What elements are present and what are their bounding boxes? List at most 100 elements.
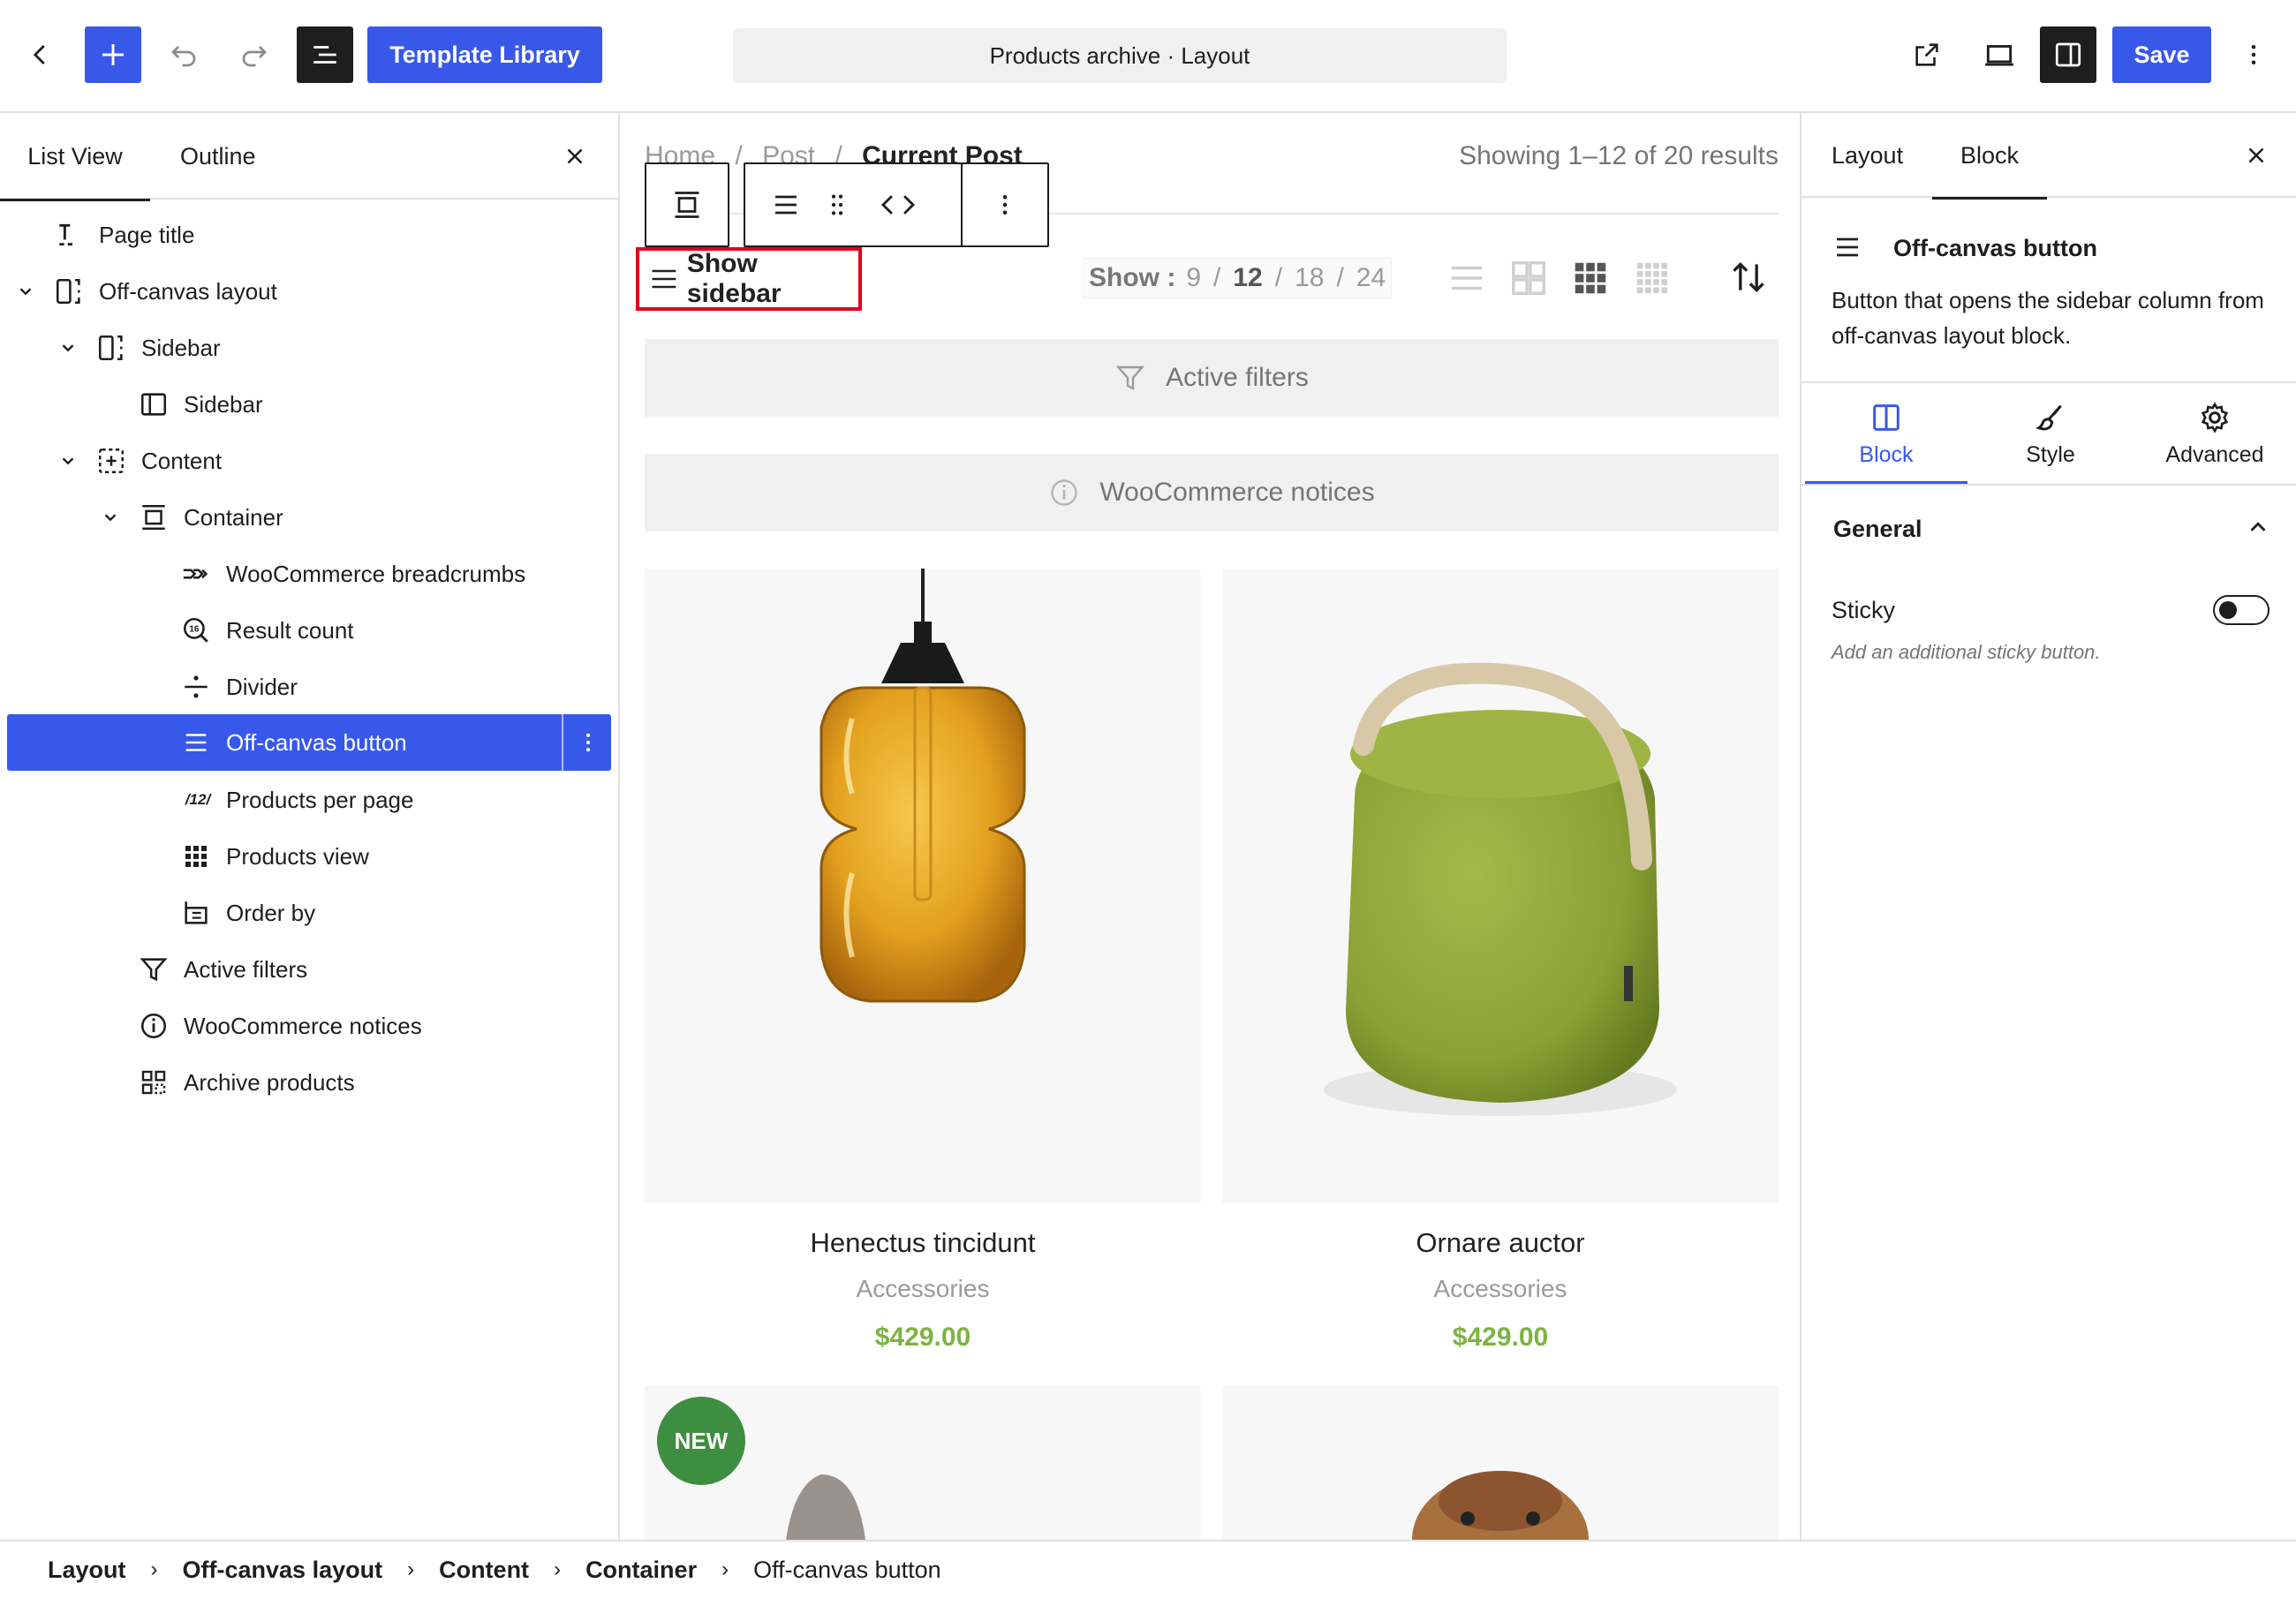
product-category[interactable]: Accessories xyxy=(645,1275,1201,1303)
woocommerce-notices-placeholder[interactable]: WooCommerce notices xyxy=(645,454,1779,531)
tree-item-active-filters[interactable]: Active filters xyxy=(7,944,611,995)
sticky-toggle[interactable] xyxy=(2213,595,2270,625)
general-panel-title: General xyxy=(1833,516,1922,542)
tree-item-products-per-page[interactable]: /12/ Products per page xyxy=(7,774,611,825)
drag-handle[interactable] xyxy=(814,177,860,233)
breadcrumb-current-block: Off-canvas button xyxy=(753,1556,941,1583)
product-image-lamp[interactable] xyxy=(645,569,1201,1202)
sidebar-panel-icon xyxy=(138,388,170,420)
tree-item-label: Active filters xyxy=(184,955,308,983)
redo-icon xyxy=(242,46,267,67)
tab-layout[interactable]: Layout xyxy=(1832,113,1903,198)
per-page-option-24[interactable]: 24 xyxy=(1356,263,1386,293)
columns-icon xyxy=(1873,403,1899,431)
subtab-block[interactable]: Block xyxy=(1805,383,1967,484)
breadcrumb-container[interactable]: Container xyxy=(585,1557,697,1584)
product-name[interactable]: Ornare auctor xyxy=(1222,1227,1779,1259)
sidebar-settings-icon xyxy=(2055,42,2081,67)
breadcrumb-content[interactable]: Content xyxy=(439,1557,529,1584)
list-view-switch[interactable] xyxy=(1446,258,1489,300)
tree-item-woocommerce-breadcrumbs[interactable]: WooCommerce breadcrumbs xyxy=(7,548,611,599)
chevron-down-icon[interactable] xyxy=(101,508,120,527)
product-name[interactable]: Henectus tincidunt xyxy=(645,1227,1201,1259)
undo-button[interactable] xyxy=(155,26,212,83)
tree-item-label: Products view xyxy=(226,842,369,870)
active-tab-indicator xyxy=(1932,197,2047,200)
tree-item-off-canvas-button[interactable]: Off-canvas button xyxy=(7,714,611,771)
chevron-up-icon xyxy=(2250,522,2266,531)
tree-item-divider[interactable]: Divider xyxy=(7,661,611,712)
tree-item-sidebar[interactable]: Sidebar xyxy=(7,322,611,373)
products-per-page-selector: Show : 9 / 12 / 18 / 24 xyxy=(1083,258,1393,298)
info-icon xyxy=(138,1010,170,1042)
view-page-button[interactable] xyxy=(1899,26,1955,83)
left-panel-tabs: List View Outline xyxy=(0,113,618,201)
per-page-option-18[interactable]: 18 xyxy=(1295,263,1324,293)
device-preview-button[interactable] xyxy=(1971,26,2028,83)
save-button[interactable]: Save xyxy=(2112,26,2211,83)
gear-icon xyxy=(2201,401,2229,433)
tree-item-container[interactable]: Container xyxy=(7,492,611,543)
subtab-advanced[interactable]: Advanced xyxy=(2134,383,2296,484)
close-list-view-button[interactable] xyxy=(562,143,588,170)
back-button[interactable] xyxy=(12,26,69,83)
breadcrumb-off-canvas-layout[interactable]: Off-canvas layout xyxy=(183,1557,383,1584)
add-block-button[interactable] xyxy=(85,26,141,83)
redo-button[interactable] xyxy=(226,26,283,83)
options-menu-button[interactable] xyxy=(2225,26,2282,83)
document-title[interactable]: Products archive · Layout xyxy=(733,28,1507,83)
per-page-option-9[interactable]: 9 xyxy=(1186,263,1201,293)
chevron-down-icon[interactable] xyxy=(58,338,78,358)
new-badge: NEW xyxy=(657,1397,745,1485)
tree-item-label: Sidebar xyxy=(141,334,221,361)
settings-toggle-button[interactable] xyxy=(2040,26,2096,83)
template-library-button[interactable]: Template Library xyxy=(367,26,602,83)
container-icon xyxy=(675,192,699,218)
tree-item-page-title[interactable]: Page title xyxy=(7,209,611,260)
document-overview-button[interactable] xyxy=(297,26,353,83)
settings-sidebar: Layout Block Off-canvas button Button th… xyxy=(1800,113,2296,1540)
close-settings-button[interactable] xyxy=(2243,142,2270,169)
grid-4-view-switch[interactable] xyxy=(1632,258,1674,300)
block-options-button[interactable] xyxy=(565,714,611,771)
tab-block[interactable]: Block xyxy=(1932,113,2047,200)
general-panel-toggle[interactable]: General xyxy=(1801,486,2296,574)
block-more-options-button[interactable] xyxy=(977,177,1033,233)
sidebar-bracket-icon xyxy=(95,332,127,364)
more-vertical-icon xyxy=(585,733,591,752)
active-filters-placeholder[interactable]: Active filters xyxy=(645,339,1779,417)
block-type-button[interactable] xyxy=(758,177,814,233)
list-lines-icon xyxy=(1451,266,1483,290)
show-sidebar-button[interactable]: Show sidebar xyxy=(636,247,862,311)
tree-item-result-count[interactable]: 16 Result count xyxy=(7,605,611,656)
tree-item-sidebar-inner[interactable]: Sidebar xyxy=(7,379,611,430)
product-category[interactable]: Accessories xyxy=(1222,1275,1779,1303)
grid-2-view-switch[interactable] xyxy=(1508,258,1551,300)
block-card-icon xyxy=(1832,231,1863,263)
order-by-button[interactable] xyxy=(1729,258,1771,300)
grid-3-view-switch[interactable] xyxy=(1570,258,1612,300)
product-image-stool[interactable] xyxy=(1222,569,1779,1202)
move-arrows-button[interactable] xyxy=(869,177,927,233)
subtab-style-label: Style xyxy=(2026,441,2075,467)
parent-block-button[interactable] xyxy=(645,162,729,247)
tree-item-woocommerce-notices[interactable]: WooCommerce notices xyxy=(7,1000,611,1052)
subtab-style[interactable]: Style xyxy=(1969,383,2132,484)
tree-item-content[interactable]: Content xyxy=(7,435,611,486)
chevron-down-icon[interactable] xyxy=(58,451,78,471)
tree-item-order-by[interactable]: Order by xyxy=(7,887,611,938)
product-image-figure[interactable] xyxy=(1222,1386,1779,1540)
menu-lines-icon xyxy=(1837,237,1858,257)
tree-item-label: Archive products xyxy=(184,1068,355,1096)
tree-item-products-view[interactable]: Products view xyxy=(7,831,611,882)
per-page-option-12[interactable]: 12 xyxy=(1233,263,1262,293)
tab-outline[interactable]: Outline xyxy=(180,113,256,200)
tree-item-archive-products[interactable]: Archive products xyxy=(7,1057,611,1108)
tree-item-label: Products per page xyxy=(226,786,414,813)
breadcrumb-layout[interactable]: Layout xyxy=(48,1557,126,1584)
list-view-panel: List View Outline Page title Off-canvas … xyxy=(0,113,620,1540)
chevron-down-icon[interactable] xyxy=(16,282,35,301)
tree-item-label: WooCommerce breadcrumbs xyxy=(226,560,526,587)
tab-list-view[interactable]: List View xyxy=(0,113,150,201)
tree-item-off-canvas-layout[interactable]: Off-canvas layout xyxy=(7,266,611,317)
